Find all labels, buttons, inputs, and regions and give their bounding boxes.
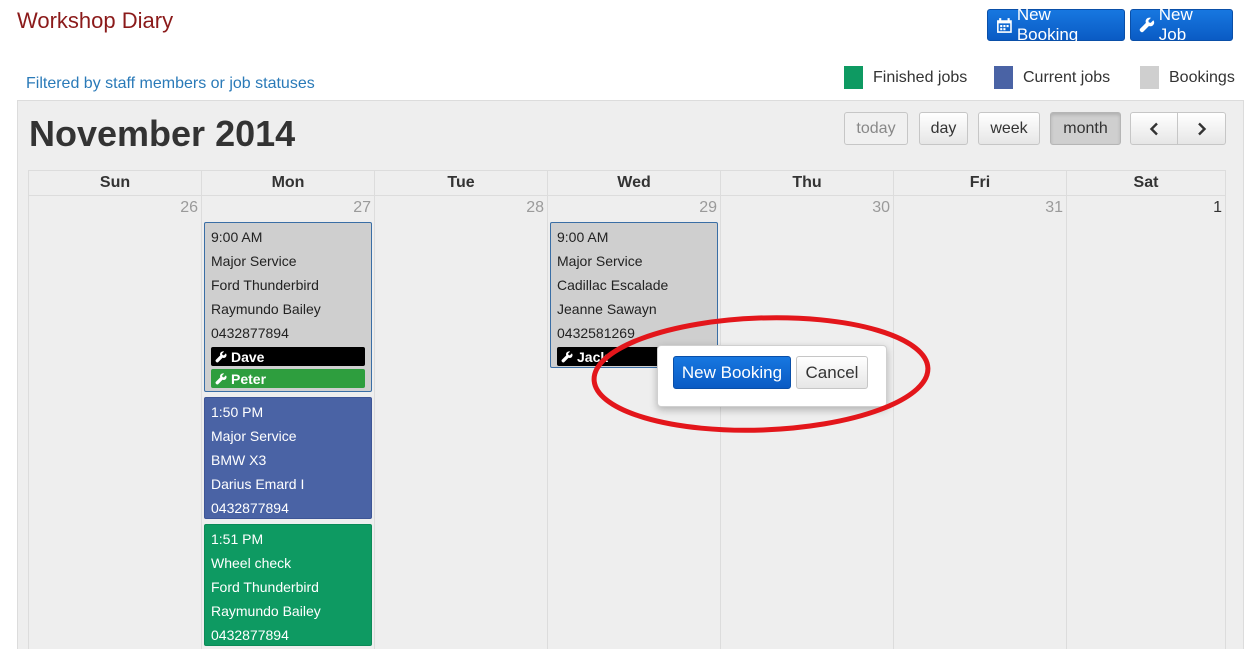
legend-bookings-label: Bookings <box>1169 68 1235 86</box>
month-view-button[interactable]: month <box>1050 112 1121 145</box>
filter-link[interactable]: Filtered by staff members or job statuse… <box>26 75 315 93</box>
legend-current: Current jobs <box>994 66 1110 89</box>
prev-button[interactable] <box>1130 112 1178 145</box>
event-time: 1:50 PM <box>211 404 264 420</box>
wrench-icon <box>1139 17 1155 33</box>
weekday-header-fri: Fri <box>893 170 1066 196</box>
event-vehicle: Cadillac Escalade <box>557 277 669 293</box>
event-service: Major Service <box>211 253 297 269</box>
legend-finished: Finished jobs <box>844 66 967 89</box>
event-time: 9:00 AM <box>211 229 263 245</box>
staff-tag-peter: Peter <box>211 369 365 388</box>
legend-finished-swatch <box>844 66 863 89</box>
wrench-icon <box>561 350 573 362</box>
event-phone: 0432877894 <box>211 627 289 643</box>
weekday-header-wed: Wed <box>547 170 720 196</box>
chevron-right-icon <box>1197 122 1206 135</box>
day-cell-tue[interactable]: 28 <box>374 196 547 649</box>
event-booking-mon[interactable]: 9:00 AM Major Service Ford Thunderbird R… <box>204 222 372 392</box>
event-service: Major Service <box>211 428 297 444</box>
day-number: 29 <box>699 199 717 216</box>
day-number: 28 <box>526 199 544 216</box>
chevron-left-icon <box>1149 122 1158 135</box>
week-view-button[interactable]: week <box>978 112 1040 145</box>
new-booking-button[interactable]: New Booking <box>987 5 1125 44</box>
event-time: 9:00 AM <box>557 229 609 245</box>
staff-tag-dave: Dave <box>211 347 365 366</box>
event-phone: 0432877894 <box>211 500 289 516</box>
day-number: 27 <box>353 199 371 216</box>
calendar-title: November 2014 <box>29 113 296 154</box>
annotation-ellipse <box>591 315 931 433</box>
new-booking-label: New Booking <box>1016 5 1079 44</box>
event-service: Wheel check <box>211 555 292 571</box>
day-number: 30 <box>872 199 890 216</box>
event-finished-mon[interactable]: 1:51 PM Wheel check Ford Thunderbird Ray… <box>204 524 372 646</box>
event-current-mon[interactable]: 1:50 PM Major Service BMW X3 Darius Emar… <box>204 397 372 519</box>
calendar-nav <box>1130 112 1227 145</box>
weekday-header-mon: Mon <box>201 170 374 196</box>
staff-name: Peter <box>231 370 267 387</box>
event-customer: Raymundo Bailey <box>211 301 321 317</box>
event-time: 1:51 PM <box>211 531 264 547</box>
event-vehicle: Ford Thunderbird <box>211 277 319 293</box>
event-customer: Darius Emard I <box>211 476 305 492</box>
weekday-header-thu: Thu <box>720 170 893 196</box>
legend-current-swatch <box>994 66 1013 89</box>
new-job-button[interactable]: New Job <box>1130 5 1233 44</box>
weekday-header-sun: Sun <box>28 170 201 196</box>
day-cell-sun[interactable]: 26 <box>28 196 201 649</box>
new-job-label: New Job <box>1158 5 1193 44</box>
day-number: 31 <box>1045 199 1063 216</box>
calendar-icon <box>997 17 1012 33</box>
event-service: Major Service <box>557 253 643 269</box>
legend-bookings: Bookings <box>1140 66 1235 89</box>
day-cell-sat[interactable]: 1 <box>1066 196 1226 649</box>
wrench-icon <box>215 372 227 384</box>
weekday-header-tue: Tue <box>374 170 547 196</box>
event-phone: 0432877894 <box>211 325 289 341</box>
page-title: Workshop Diary <box>17 8 174 33</box>
event-vehicle: BMW X3 <box>211 452 267 468</box>
legend-bookings-swatch <box>1140 66 1159 89</box>
weekday-header-sat: Sat <box>1066 170 1226 196</box>
today-button[interactable]: today <box>844 112 908 145</box>
legend-finished-label: Finished jobs <box>873 68 968 86</box>
legend-current-label: Current jobs <box>1023 68 1111 86</box>
event-customer: Raymundo Bailey <box>211 603 321 619</box>
staff-name: Dave <box>231 348 265 365</box>
day-view-button[interactable]: day <box>919 112 968 145</box>
day-number: 1 <box>1213 199 1222 216</box>
event-vehicle: Ford Thunderbird <box>211 579 319 595</box>
wrench-icon <box>215 350 227 362</box>
next-button[interactable] <box>1178 112 1226 145</box>
day-number: 26 <box>180 199 198 216</box>
